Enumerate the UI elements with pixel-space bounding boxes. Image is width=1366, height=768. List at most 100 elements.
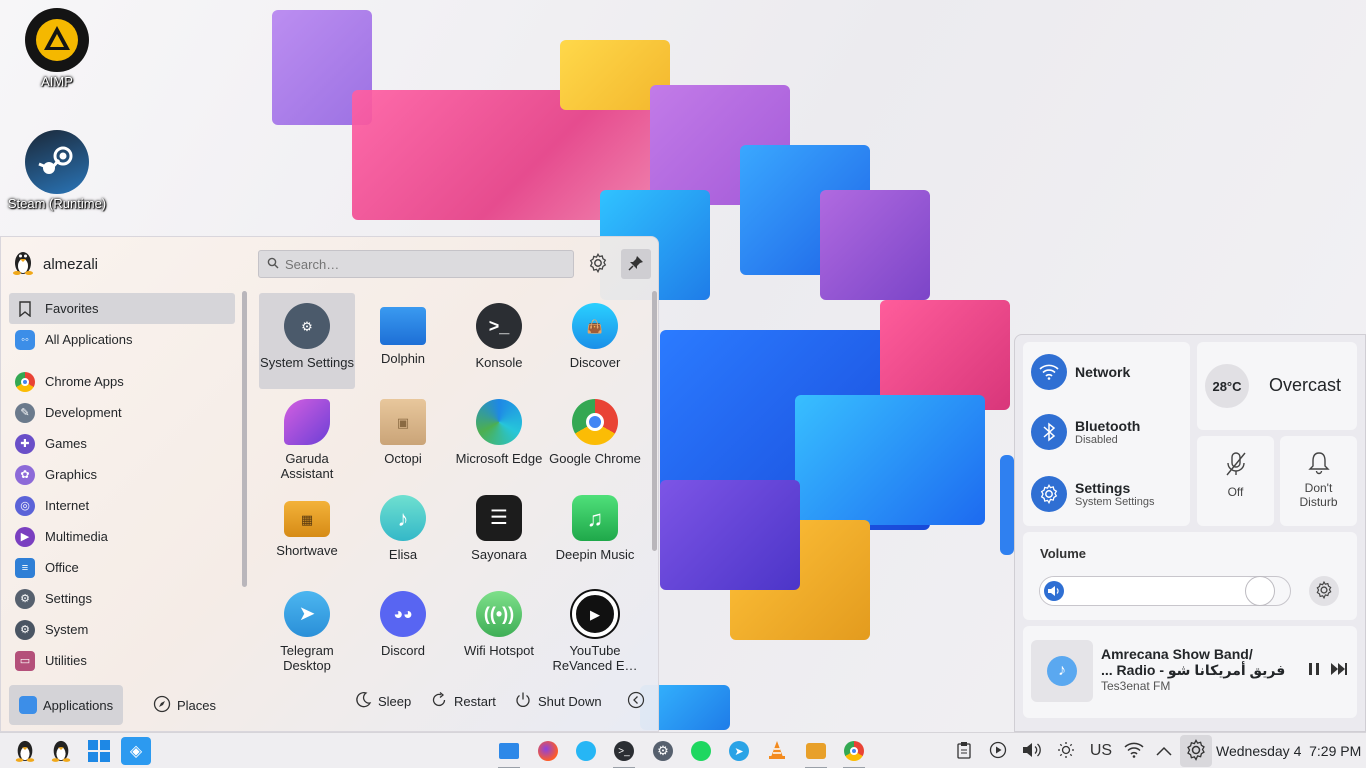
spotify-icon — [691, 741, 711, 761]
launcher-footer: Applications Places Sleep Restart Shut D… — [1, 679, 658, 731]
app-deepin-music[interactable]: ♫ Deepin Music — [547, 485, 643, 581]
taskbar-firefox[interactable] — [534, 737, 562, 765]
search-input[interactable] — [285, 256, 555, 272]
category-graphics[interactable]: ✿ Graphics — [9, 459, 235, 490]
system-gear-icon: ⚙ — [15, 619, 35, 640]
overview-button[interactable]: ◈ — [121, 737, 151, 765]
category-scrollbar[interactable] — [242, 291, 247, 587]
category-games[interactable]: ✚ Games — [9, 428, 235, 459]
taskbar-chrome[interactable] — [840, 737, 868, 768]
volume-slider-track[interactable] — [1039, 576, 1291, 606]
audio-settings-button[interactable] — [1309, 576, 1339, 606]
taskbar-shortwave[interactable] — [802, 737, 830, 768]
clipboard-tray-button[interactable] — [950, 737, 978, 765]
category-system[interactable]: ⚙ System — [9, 614, 235, 645]
gamepad-icon: ✚ — [15, 433, 35, 454]
desktop-icon-aimp[interactable]: AIMP — [1, 8, 113, 89]
app-shortwave[interactable]: ▦ Shortwave — [259, 485, 355, 581]
app-elisa[interactable]: ♪ Elisa — [355, 485, 451, 581]
desktop-icon-steam[interactable]: Steam (Runtime) — [1, 130, 113, 211]
telegram-icon: ➤ — [284, 591, 330, 637]
category-label: Office — [45, 560, 79, 575]
search-icon — [267, 257, 279, 272]
tab-places[interactable]: Places — [143, 685, 226, 725]
taskbar-vlc[interactable] — [763, 737, 791, 765]
volume-slider-handle[interactable] — [1245, 576, 1275, 606]
app-dolphin[interactable]: Dolphin — [355, 293, 451, 389]
app-discord[interactable]: ◕◕ Discord — [355, 581, 451, 677]
firefox-icon — [538, 741, 558, 761]
next-track-button[interactable] — [1330, 662, 1348, 679]
tux-avatar-icon — [11, 249, 35, 279]
network-tray-button[interactable] — [1120, 737, 1148, 765]
grid-scrollbar[interactable] — [652, 291, 657, 551]
folder-icon — [499, 743, 519, 759]
search-box[interactable] — [258, 250, 574, 278]
app-google-chrome[interactable]: Google Chrome — [547, 389, 643, 485]
app-system-settings[interactable]: ⚙ System Settings — [259, 293, 355, 389]
category-settings[interactable]: ⚙ Settings — [9, 583, 235, 614]
shutdown-button[interactable]: Shut Down — [514, 691, 602, 712]
category-multimedia[interactable]: ▶ Multimedia — [9, 521, 235, 552]
launcher-button[interactable] — [11, 737, 39, 765]
palette-icon: ✿ — [15, 464, 35, 485]
network-toggle[interactable]: Network — [1031, 354, 1130, 390]
do-not-disturb-toggle[interactable]: Don't Disturb — [1280, 436, 1357, 526]
category-chrome-apps[interactable]: Chrome Apps — [9, 366, 235, 397]
volume-tray-button[interactable] — [1018, 737, 1046, 765]
apps-grid-icon — [19, 696, 37, 714]
app-label: Elisa — [388, 547, 418, 562]
pause-button[interactable] — [1307, 662, 1321, 679]
media-title-line2: ... Radio - فريق أمريكانا شو — [1101, 662, 1286, 678]
weather-tile[interactable]: 28°C Overcast — [1197, 342, 1357, 430]
system-tray-settings-button[interactable] — [1180, 735, 1212, 767]
windows-menu-button[interactable] — [85, 737, 113, 765]
restart-button[interactable]: Restart — [430, 691, 496, 712]
category-office[interactable]: ≡ Office — [9, 552, 235, 583]
settings-shortcut[interactable]: Settings System Settings — [1031, 476, 1154, 512]
more-power-options-button[interactable] — [627, 691, 645, 712]
wifi-icon — [1031, 354, 1067, 390]
category-development[interactable]: ✎ Development — [9, 397, 235, 428]
taskbar-system-settings[interactable]: ⚙ — [649, 737, 677, 765]
microphone-toggle[interactable]: Off — [1197, 436, 1274, 526]
taskbar-discover[interactable] — [572, 737, 600, 765]
app-telegram-desktop[interactable]: ➤ Telegram Desktop — [259, 581, 355, 677]
compass-icon — [153, 695, 171, 716]
taskbar-spotify[interactable] — [687, 737, 715, 765]
keyboard-layout-button[interactable]: US — [1086, 737, 1116, 765]
media-tray-button[interactable] — [984, 737, 1012, 765]
app-youtube-revanced[interactable]: ▶ YouTube ReVanced E… — [547, 581, 643, 677]
category-label: Favorites — [45, 301, 99, 316]
app-octopi[interactable]: ▣ Octopi — [355, 389, 451, 485]
clock[interactable]: Wednesday 4 7:29 PM — [1216, 743, 1361, 759]
secondary-launcher-button[interactable] — [47, 737, 75, 765]
launcher-settings-button[interactable] — [583, 249, 613, 279]
app-konsole[interactable]: >_ Konsole — [451, 293, 547, 389]
app-sayonara[interactable]: ☰ Sayonara — [451, 485, 547, 581]
sayonara-list-icon: ☰ — [476, 495, 522, 541]
category-internet[interactable]: ◎ Internet — [9, 490, 235, 521]
tab-applications[interactable]: Applications — [9, 685, 124, 725]
app-microsoft-edge[interactable]: Microsoft Edge — [451, 389, 547, 485]
user-profile[interactable]: almezali — [11, 249, 98, 279]
app-discover[interactable]: 👜 Discover — [547, 293, 643, 389]
terminal-icon: >_ — [614, 741, 634, 761]
taskbar-telegram[interactable]: ➤ — [725, 737, 753, 765]
app-garuda-assistant[interactable]: Garuda Assistant — [259, 389, 355, 485]
category-utilities[interactable]: ▭ Utilities — [9, 645, 235, 676]
brightness-tray-button[interactable] — [1052, 737, 1080, 765]
pin-button[interactable] — [621, 249, 651, 279]
sleep-button[interactable]: Sleep — [354, 691, 411, 712]
volume-label: Volume — [1040, 546, 1086, 561]
taskbar-dolphin[interactable] — [495, 737, 523, 768]
bluetooth-toggle[interactable]: Bluetooth Disabled — [1031, 414, 1140, 450]
volume-slider-fill — [1040, 577, 1260, 605]
taskbar-konsole[interactable]: >_ — [610, 737, 638, 768]
show-hidden-icons-button[interactable] — [1150, 737, 1178, 765]
category-all-applications[interactable]: ◦◦ All Applications — [9, 324, 235, 355]
category-favorites[interactable]: Favorites — [9, 293, 235, 324]
category-label: Utilities — [45, 653, 87, 668]
network-label: Network — [1075, 364, 1131, 380]
app-wifi-hotspot[interactable]: ((•)) Wifi Hotspot — [451, 581, 547, 677]
